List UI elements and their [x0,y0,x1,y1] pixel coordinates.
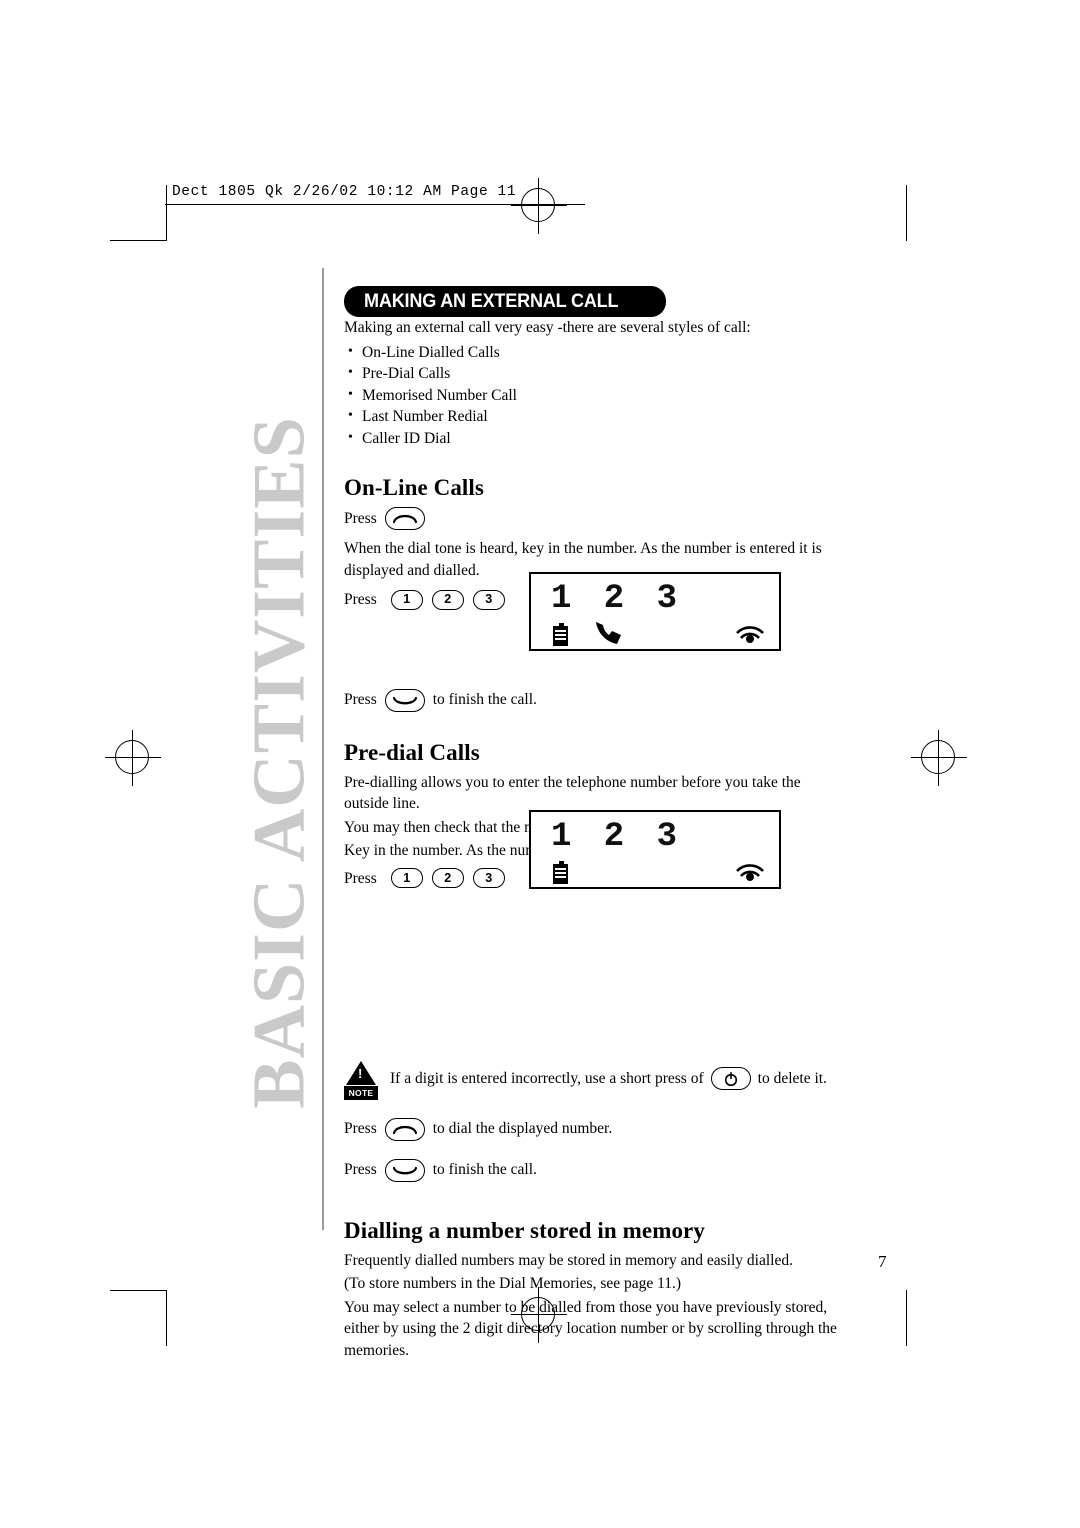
end-call-key-icon [384,688,425,712]
handset-in-call-icon [591,618,627,653]
on-line-press-end-row: Press to finish the call. [344,688,844,712]
heading-dialling-from-memory: Dialling a number stored in memory [344,1217,705,1243]
digit-key-1: 1 [390,868,423,889]
section-banner-label: MAKING AN EXTERNAL CALL [364,290,619,312]
press-label: Press [344,691,377,709]
note-text: If a digit is entered incorrectly, use a… [390,1061,827,1090]
registration-mark-top [511,178,567,234]
list-item: On-Line Dialled Calls [344,341,844,364]
signal-icon [735,624,765,651]
end-call-key-icon [384,1158,425,1182]
battery-icon [553,623,568,646]
digit-key-2: 2 [431,868,464,889]
crop-mark-bottom-right-v [906,1290,907,1346]
crop-mark-top-right [906,185,907,241]
signal-icon [735,862,765,889]
memory-paragraphs: Frequently dialled numbers may be stored… [344,1250,844,1362]
heading-pre-dial-calls: Pre-dial Calls [344,739,480,765]
lcd-digits: 1 2 3 [551,580,684,618]
lcd-display-on-line: 1 2 3 [529,572,781,651]
end-call-text: to finish the call. [432,1161,537,1179]
section-banner: MAKING AN EXTERNAL CALL [344,286,666,317]
page-number: 7 [878,1252,887,1271]
lcd-display-pre-dial: 1 2 3 [529,810,781,889]
crop-mark-bottom-left-h [110,1290,166,1291]
note-text-after: to delete it. [757,1069,827,1087]
pre-dial-paragraph-1: Pre-dialling allows you to enter the tel… [344,773,801,813]
dial-text: to dial the displayed number. [432,1120,613,1138]
digit-key-3: 3 [472,868,505,889]
warning-triangle-icon: ! [346,1061,376,1085]
press-label: Press [344,1120,377,1138]
call-styles-list: On-Line Dialled Calls Pre-Dial Calls Mem… [344,341,844,450]
list-item: Caller ID Dial [344,427,844,450]
battery-icon [553,861,568,884]
press-label: Press [344,1161,377,1179]
pre-dial-press-talk-row: Press to dial the displayed number. [344,1117,844,1141]
crop-mark-left-middle [166,185,167,241]
chapter-side-title: BASIC ACTIVITIES [238,416,321,1109]
end-call-text: to finish the call. [432,691,537,709]
crop-mark-top-left [110,240,166,241]
print-job-slug: Dect 1805 Qk 2/26/02 10:12 AM Page 11 [172,184,517,200]
list-item: Pre-Dial Calls [344,362,844,385]
pre-dial-press-end-row: Press to finish the call. [344,1158,844,1182]
digit-key-group: 1 2 3 [390,868,505,889]
clear-key-icon [710,1067,751,1090]
digit-key-1: 1 [390,589,423,610]
note-text-before: If a digit is entered incorrectly, use a… [390,1069,704,1087]
note-callout: ! NOTE If a digit is entered incorrectly… [344,1061,844,1100]
digit-key-group: 1 2 3 [390,589,505,610]
list-item: Memorised Number Call [344,384,844,407]
intro-paragraph: Making an external call very easy -there… [344,319,751,336]
memory-paragraph-1: Frequently dialled numbers may be stored… [344,1251,793,1269]
memory-paragraph-3: You may select a number to be dialled fr… [344,1298,837,1359]
talk-key-icon [384,507,425,530]
registration-mark-right [911,730,967,786]
heading-on-line-calls: On-Line Calls [344,475,484,500]
content-left-rule [322,268,324,1230]
note-badge: NOTE [344,1086,378,1100]
press-label: Press [344,869,377,887]
digit-key-3: 3 [472,589,505,610]
lcd-digits: 1 2 3 [551,818,684,856]
memory-paragraph-2: (To store numbers in the Dial Memories, … [344,1275,682,1292]
press-label: Press [344,591,377,608]
digit-key-2: 2 [431,589,464,610]
on-line-press-talk-row: Press [344,507,844,530]
slug-underline [165,204,585,205]
press-label: Press [344,509,377,527]
note-warning-icon: ! NOTE [344,1061,378,1100]
talk-key-icon [384,1117,425,1141]
registration-mark-left [105,730,161,786]
crop-mark-bottom-left-v [166,1290,167,1346]
list-item: Last Number Redial [344,405,844,428]
